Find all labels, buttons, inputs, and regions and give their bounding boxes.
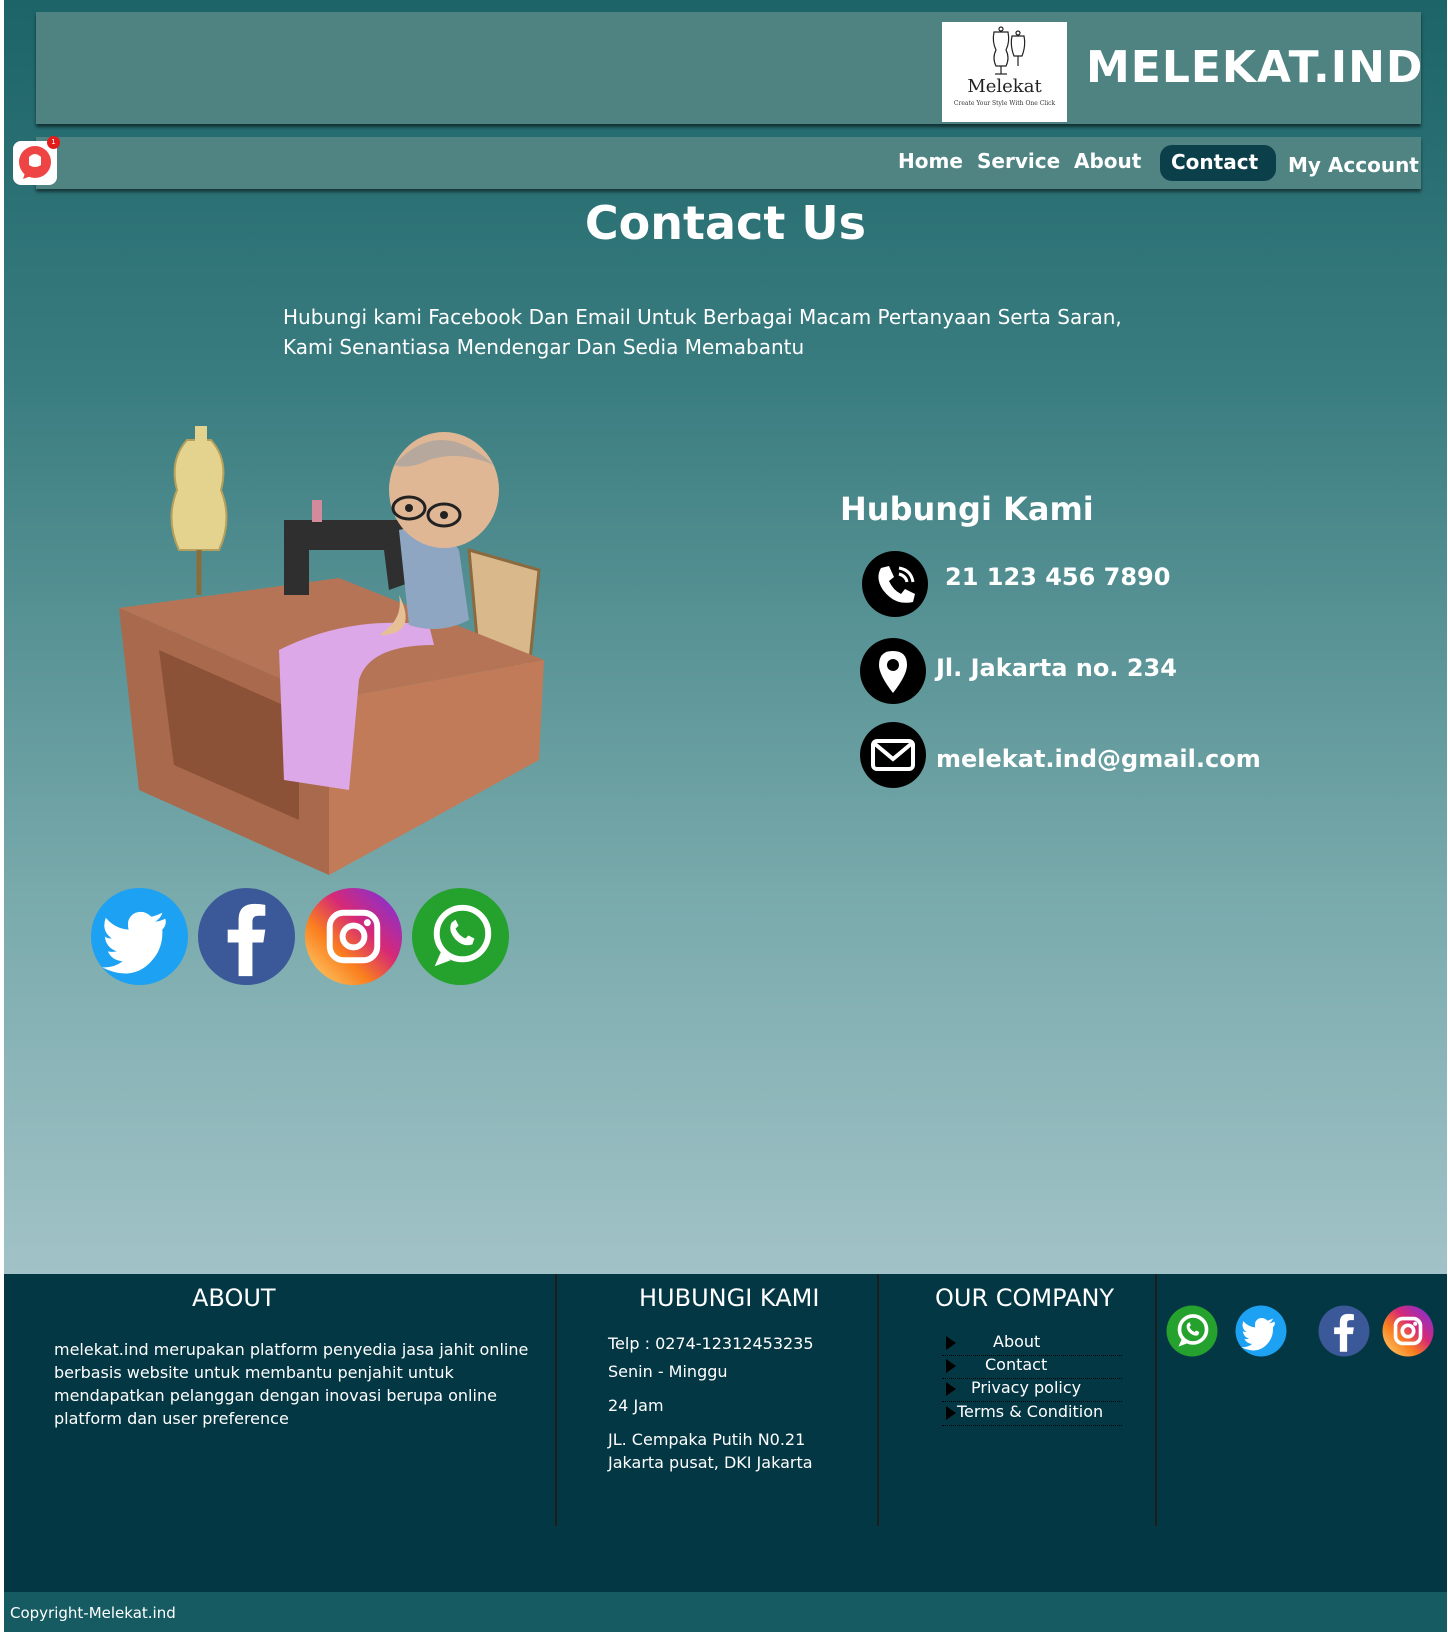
logo-name: Melekat [967,76,1042,97]
whatsapp-icon[interactable] [1166,1305,1218,1357]
footer-divider [555,1274,557,1526]
footer-about-text: berbasis website untuk membantu penjahit… [54,1363,454,1382]
nav-contact[interactable]: Contact [1160,145,1276,181]
contact-phone[interactable]: 21 123 456 7890 [945,563,1170,591]
logo-tagline: Create Your Style With One Click [953,100,1056,107]
facebook-icon[interactable] [197,887,296,986]
footer-about-text: platform dan user preference [54,1409,289,1428]
footer-link-terms[interactable]: Terms & Condition [942,1402,1122,1426]
footer-link-contact[interactable]: Contact [942,1355,1122,1379]
footer-about-heading: ABOUT [192,1284,276,1312]
page-title: Contact Us [584,196,867,250]
nav-about[interactable]: About [1074,149,1141,173]
nav-contact-label: Contact [1171,150,1259,174]
twitter-icon[interactable] [90,887,189,986]
intro-text-line-1: Hubungi kami Facebook Dan Email Untuk Be… [283,305,1122,329]
brand-title[interactable]: MELEKAT.IND [1086,42,1423,93]
footer-address-line-1: JL. Cempaka Putih N0.21 [608,1430,806,1449]
footer-hours: 24 Jam [608,1396,664,1415]
footer-company-heading: OUR COMPANY [935,1284,1115,1312]
dress-form-icon [992,26,1026,75]
footer-link-label: Terms & Condition [957,1402,1104,1421]
nav-my-account[interactable]: My Account [1288,153,1419,177]
footer-about-text: mendapatkan pelanggan dengan inovasi ber… [54,1386,497,1405]
site-header: Melekat Create Your Style With One Click… [36,12,1423,124]
footer-link-label: Privacy policy [971,1378,1082,1397]
footer-address-line-2: Jakarta pusat, DKI Jakarta [608,1453,813,1472]
footer-link-label: About [993,1332,1041,1351]
tailor-sewing-illustration [119,426,544,875]
facebook-icon[interactable] [1318,1305,1370,1357]
footer-divider [877,1274,879,1526]
footer-days: Senin - Minggu [608,1362,728,1381]
contact-address[interactable]: Jl. Jakarta no. 234 [936,654,1177,682]
nav-home[interactable]: Home [898,149,963,173]
contact-email[interactable]: melekat.ind@gmail.com [936,745,1261,773]
footer-about-text: melekat.ind merupakan platform penyedia … [54,1340,529,1359]
footer-link-label: Contact [985,1355,1048,1374]
site-logo[interactable]: Melekat Create Your Style With One Click [942,22,1067,122]
intro-text-line-2: Kami Senantiasa Mendengar Dan Sedia Mema… [283,335,805,359]
whatsapp-icon[interactable] [411,887,510,986]
instagram-icon[interactable] [1382,1305,1434,1357]
contact-heading: Hubungi Kami [840,490,1094,528]
footer-divider [1155,1274,1157,1526]
footer-telp[interactable]: Telp : 0274-12312453235 [608,1334,814,1353]
phone-icon [862,551,928,617]
page: Melekat Create Your Style With One Click… [4,0,1447,1642]
footer-link-about[interactable]: About [942,1332,1122,1356]
copyright-bar: Copyright-Melekat.ind [4,1592,1447,1632]
footer-contact-heading: HUBUNGI KAMI [639,1284,820,1312]
copyright-text: Copyright-Melekat.ind [10,1604,176,1622]
nav-service[interactable]: Service [977,149,1060,173]
location-pin-icon [860,638,926,704]
caret-right-icon [946,1336,956,1350]
twitter-icon[interactable] [1235,1305,1287,1357]
caret-right-icon [946,1382,956,1396]
caret-right-icon [946,1359,956,1373]
nav-bar: Home Service About Contact My Account [36,137,1421,189]
footer-link-privacy-policy[interactable]: Privacy policy [942,1378,1122,1402]
instagram-icon[interactable] [304,887,403,986]
email-icon [860,722,926,788]
notification-badge: 1 [47,136,60,149]
caret-right-icon [946,1406,956,1420]
